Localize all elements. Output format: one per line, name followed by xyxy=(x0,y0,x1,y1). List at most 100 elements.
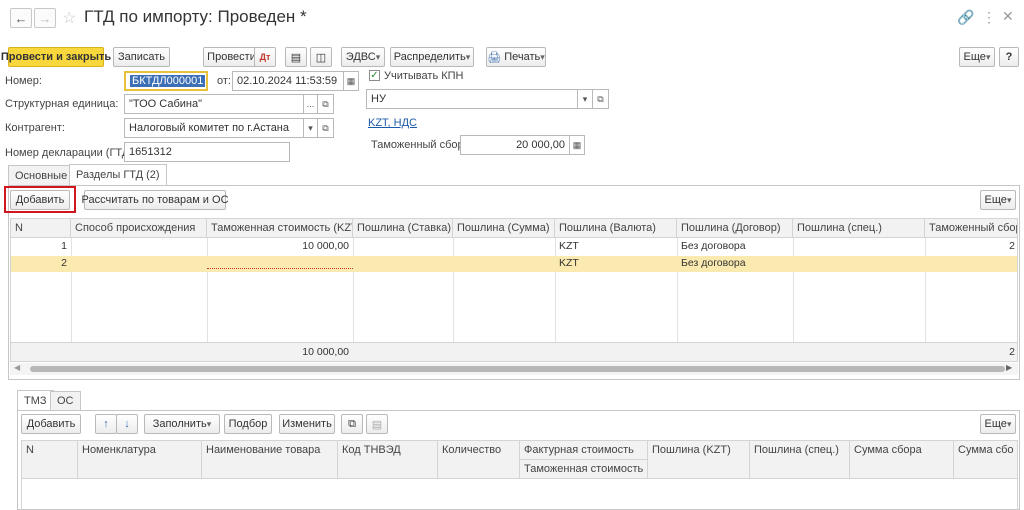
tab-gtd-sections[interactable]: Разделы ГТД (2) xyxy=(69,164,167,185)
col-customs-fee[interactable]: Таможенный сбор xyxy=(925,219,1017,237)
row-fee xyxy=(925,256,1017,270)
table-row[interactable]: 2 KZT Без договора xyxy=(11,256,1017,272)
row-sum xyxy=(453,256,555,270)
scrollbar-thumb[interactable] xyxy=(30,366,1005,372)
calendar-icon[interactable]: ▦ xyxy=(343,71,359,91)
row-currency: KZT xyxy=(559,240,579,252)
declaration-number-field[interactable]: 1651312 xyxy=(124,142,290,162)
goods-col-tnved[interactable]: Код ТНВЭД xyxy=(338,441,438,478)
row-n: 1 xyxy=(61,240,67,252)
unit-select-button[interactable]: ... xyxy=(303,94,318,114)
footer-fee: 2 xyxy=(1009,346,1015,358)
distribute-dropdown[interactable]: Распределить xyxy=(390,47,474,67)
goods-col-duty-kzt[interactable]: Пошлина (KZT) xyxy=(648,441,750,478)
col-customs-value[interactable]: Таможенная стоимость (KZT) xyxy=(207,219,353,237)
footer-customs-value: 10 000,00 xyxy=(302,346,349,358)
more-vert-icon[interactable]: ⋮ xyxy=(982,9,996,26)
col-n[interactable]: N xyxy=(11,219,71,237)
goods-col-n[interactable]: N xyxy=(22,441,78,478)
edvs-dropdown[interactable]: ЭДВС xyxy=(341,47,385,67)
close-icon[interactable]: ✕ xyxy=(1002,8,1014,25)
favorite-star-icon[interactable]: ☆ xyxy=(62,8,76,28)
table-row[interactable]: 1 10 000,00 KZT Без договора 2 xyxy=(11,239,1017,253)
goods-col-invoice-value[interactable]: Фактурная стоимость xyxy=(520,441,648,460)
goods-col-fee-sum-2[interactable]: Сумма сбо xyxy=(954,441,1017,478)
col-duty-contract[interactable]: Пошлина (Договор) xyxy=(677,219,793,237)
goods-col-nomenclature[interactable]: Номенклатура xyxy=(78,441,202,478)
print-dropdown[interactable]: 🖨 Печать xyxy=(486,47,546,67)
row-contract: Без договора xyxy=(681,257,746,269)
row-currency: KZT xyxy=(559,257,579,269)
col-duty-currency[interactable]: Пошлина (Валюта) xyxy=(555,219,677,237)
sections-table: N Способ происхождения Таможенная стоимо… xyxy=(10,218,1018,362)
goods-table: N Номенклатура Наименование товара Код Т… xyxy=(21,440,1018,510)
customs-fee-field[interactable]: 20 000,00 xyxy=(460,135,570,155)
add-section-button[interactable]: Добавить xyxy=(10,190,70,210)
kpn-checkbox[interactable]: ✓ xyxy=(369,70,380,81)
col-duty-special[interactable]: Пошлина (спец.) xyxy=(793,219,925,237)
post-button[interactable]: Провести xyxy=(203,47,260,67)
help-button[interactable]: ? xyxy=(999,47,1019,67)
date-from-label: от: xyxy=(217,75,231,87)
sections-scrollbar[interactable]: ◀ ▶ xyxy=(10,363,1018,375)
forward-button[interactable]: → xyxy=(34,8,56,28)
contractor-open-icon[interactable]: ⧉ xyxy=(317,118,334,138)
unit-open-icon[interactable]: ⧉ xyxy=(317,94,334,114)
row-rate xyxy=(353,239,453,253)
scroll-left-icon[interactable]: ◀ xyxy=(14,363,20,372)
structure-icon[interactable]: ◫ xyxy=(310,47,332,67)
contractor-dropdown-icon[interactable]: ▾ xyxy=(303,118,318,138)
move-up-icon[interactable]: ↑ xyxy=(95,414,117,434)
row-origin xyxy=(71,239,207,253)
row-special xyxy=(793,256,925,270)
change-button[interactable]: Изменить xyxy=(279,414,335,434)
add-goods-button[interactable]: Добавить xyxy=(21,414,81,434)
nu-dropdown-icon[interactable]: ▾ xyxy=(577,89,593,109)
col-duty-sum[interactable]: Пошлина (Сумма) xyxy=(453,219,555,237)
currency-vat-link[interactable]: KZT, НДС xyxy=(368,117,417,129)
document-icon[interactable]: ▤ xyxy=(285,47,307,67)
col-origin[interactable]: Способ происхождения xyxy=(71,219,207,237)
contractor-label: Контрагент: xyxy=(5,122,65,134)
goods-col-name[interactable]: Наименование товара xyxy=(202,441,338,478)
tab-os[interactable]: ОС xyxy=(50,391,81,410)
page-title: ГТД по импорту: Проведен * xyxy=(84,7,307,26)
save-button[interactable]: Записать xyxy=(113,47,170,67)
link-icon[interactable]: 🔗 xyxy=(957,9,974,26)
goods-col-fee-sum[interactable]: Сумма сбора xyxy=(850,441,954,478)
calculate-button[interactable]: Рассчитать по товарам и ОС xyxy=(82,190,229,210)
tab-tmz[interactable]: ТМЗ xyxy=(17,390,54,411)
col-duty-rate[interactable]: Пошлина (Ставка) xyxy=(353,219,453,237)
more-dropdown[interactable]: Еще xyxy=(959,47,995,67)
scroll-right-icon[interactable]: ▶ xyxy=(1006,363,1012,372)
sections-more-dropdown[interactable]: Еще xyxy=(980,190,1016,210)
row-customs-value xyxy=(207,256,353,269)
dt-kt-icon[interactable]: Дт xyxy=(254,47,276,67)
number-value: БКТДЛ000001 xyxy=(130,75,206,87)
unit-field[interactable]: "ТОО Сабина" xyxy=(124,94,304,114)
customs-fee-label: Таможенный сбор: xyxy=(371,139,467,151)
number-field[interactable]: БКТДЛ000001 xyxy=(124,71,208,91)
contractor-field[interactable]: Налоговый комитет по г.Астана xyxy=(124,118,304,138)
goods-table-header: N Номенклатура Наименование товара Код Т… xyxy=(22,441,1017,479)
date-field[interactable]: 02.10.2024 11:53:59 xyxy=(232,71,344,91)
goods-col-customs-value[interactable]: Таможенная стоимость xyxy=(520,460,648,479)
pick-button[interactable]: Подбор xyxy=(224,414,272,434)
goods-more-dropdown[interactable]: Еще xyxy=(980,414,1016,434)
paste-icon[interactable]: ▤ xyxy=(366,414,388,434)
nu-open-icon[interactable]: ⧉ xyxy=(592,89,609,109)
post-and-close-button[interactable]: Провести и закрыть xyxy=(1,47,111,67)
goods-col-quantity[interactable]: Количество xyxy=(438,441,520,478)
back-button[interactable]: ← xyxy=(10,8,32,28)
tab-main[interactable]: Основные xyxy=(8,165,75,185)
row-fee: 2 xyxy=(1009,240,1015,252)
row-contract: Без договора xyxy=(681,240,746,252)
kpn-label: Учитывать КПН xyxy=(384,70,464,82)
nu-field[interactable]: НУ xyxy=(366,89,578,109)
fill-dropdown[interactable]: Заполнить xyxy=(144,414,220,434)
copy-icon[interactable]: ⧉ xyxy=(341,414,363,434)
row-origin xyxy=(71,256,207,270)
move-down-icon[interactable]: ↓ xyxy=(116,414,138,434)
goods-col-duty-special[interactable]: Пошлина (спец.) xyxy=(750,441,850,478)
calculator-icon[interactable]: ▦ xyxy=(569,135,585,155)
